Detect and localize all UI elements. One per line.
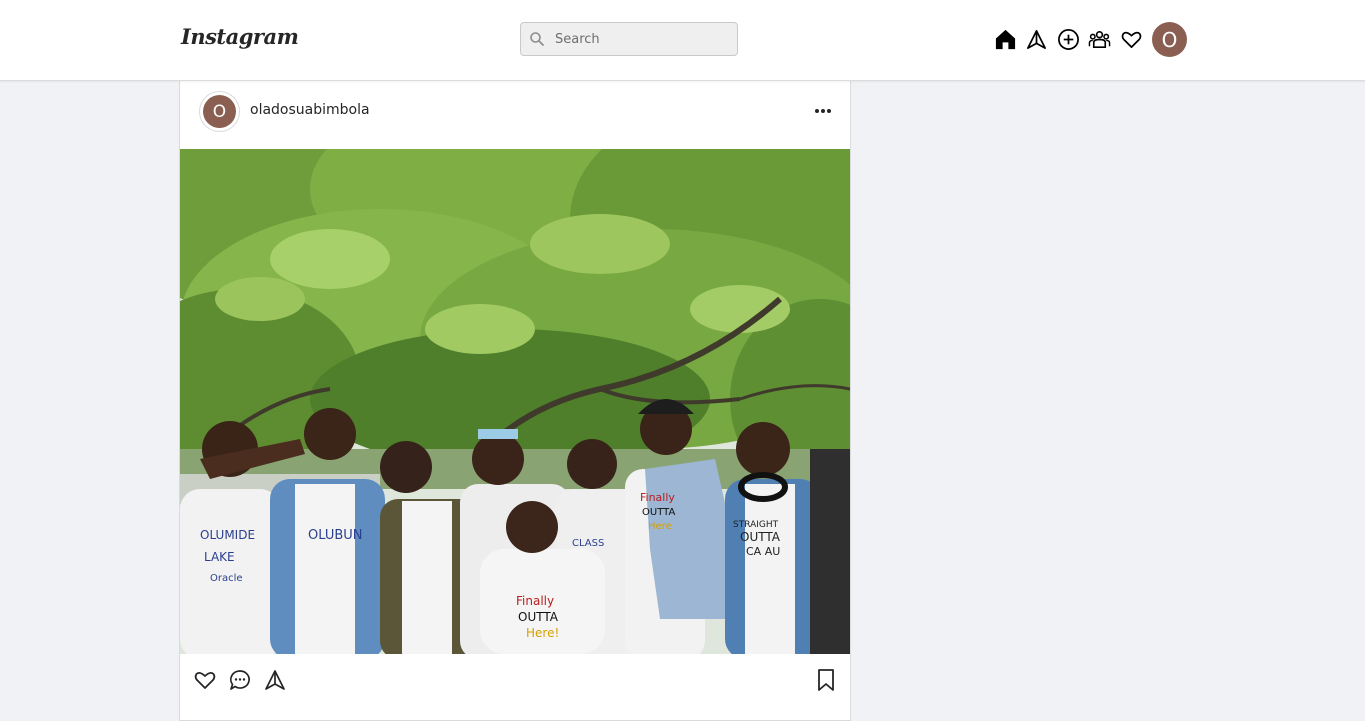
search-box[interactable] [520,22,738,56]
instagram-logo[interactable]: Instagram [181,24,299,49]
search-icon [530,32,544,46]
post-author-avatar[interactable]: O [199,91,240,132]
post-photo[interactable]: OLUMIDE LAKE Oracle OLUBUN CLASS STRAIGH… [180,149,850,654]
group-photo-illustration: OLUMIDE LAKE Oracle OLUBUN CLASS STRAIGH… [180,149,850,654]
feed-post: O oladosuabimbola OLUMIDE LAKE Oracle OL… [179,81,851,721]
svg-text:Here!: Here! [526,626,559,640]
svg-text:CLASS: CLASS [572,538,604,549]
top-navigation-bar: Instagram O [0,0,1365,81]
new-post-icon[interactable] [1057,28,1080,51]
svg-text:Here: Here [648,521,672,532]
profile-avatar[interactable]: O [1152,22,1187,57]
direct-messages-icon[interactable] [1025,28,1048,51]
save-bookmark-icon[interactable] [814,668,838,692]
svg-text:Finally: Finally [640,491,675,504]
share-icon[interactable] [263,668,287,692]
svg-text:LAKE: LAKE [204,550,235,564]
svg-text:STRAIGHT: STRAIGHT [733,520,779,530]
svg-text:OLUBUN: OLUBUN [308,528,363,543]
more-options-icon[interactable] [814,103,832,119]
post-actions-bar [180,654,850,706]
like-heart-icon[interactable] [193,668,217,692]
explore-people-icon[interactable] [1088,28,1111,51]
post-author-username[interactable]: oladosuabimbola [250,102,370,118]
post-header: O oladosuabimbola [180,81,850,149]
svg-text:Finally: Finally [516,594,554,608]
svg-text:OLUMIDE: OLUMIDE [200,528,255,542]
svg-text:OUTTA: OUTTA [518,610,559,624]
post-author-avatar-initial: O [203,95,236,128]
activity-heart-icon[interactable] [1120,28,1143,51]
home-icon[interactable] [994,28,1017,51]
svg-text:CA AU: CA AU [746,545,780,558]
comment-icon[interactable] [228,668,252,692]
search-input[interactable] [555,23,733,55]
svg-text:OUTTA: OUTTA [642,507,675,518]
svg-text:OUTTA: OUTTA [740,530,781,544]
svg-text:Oracle: Oracle [210,573,243,584]
